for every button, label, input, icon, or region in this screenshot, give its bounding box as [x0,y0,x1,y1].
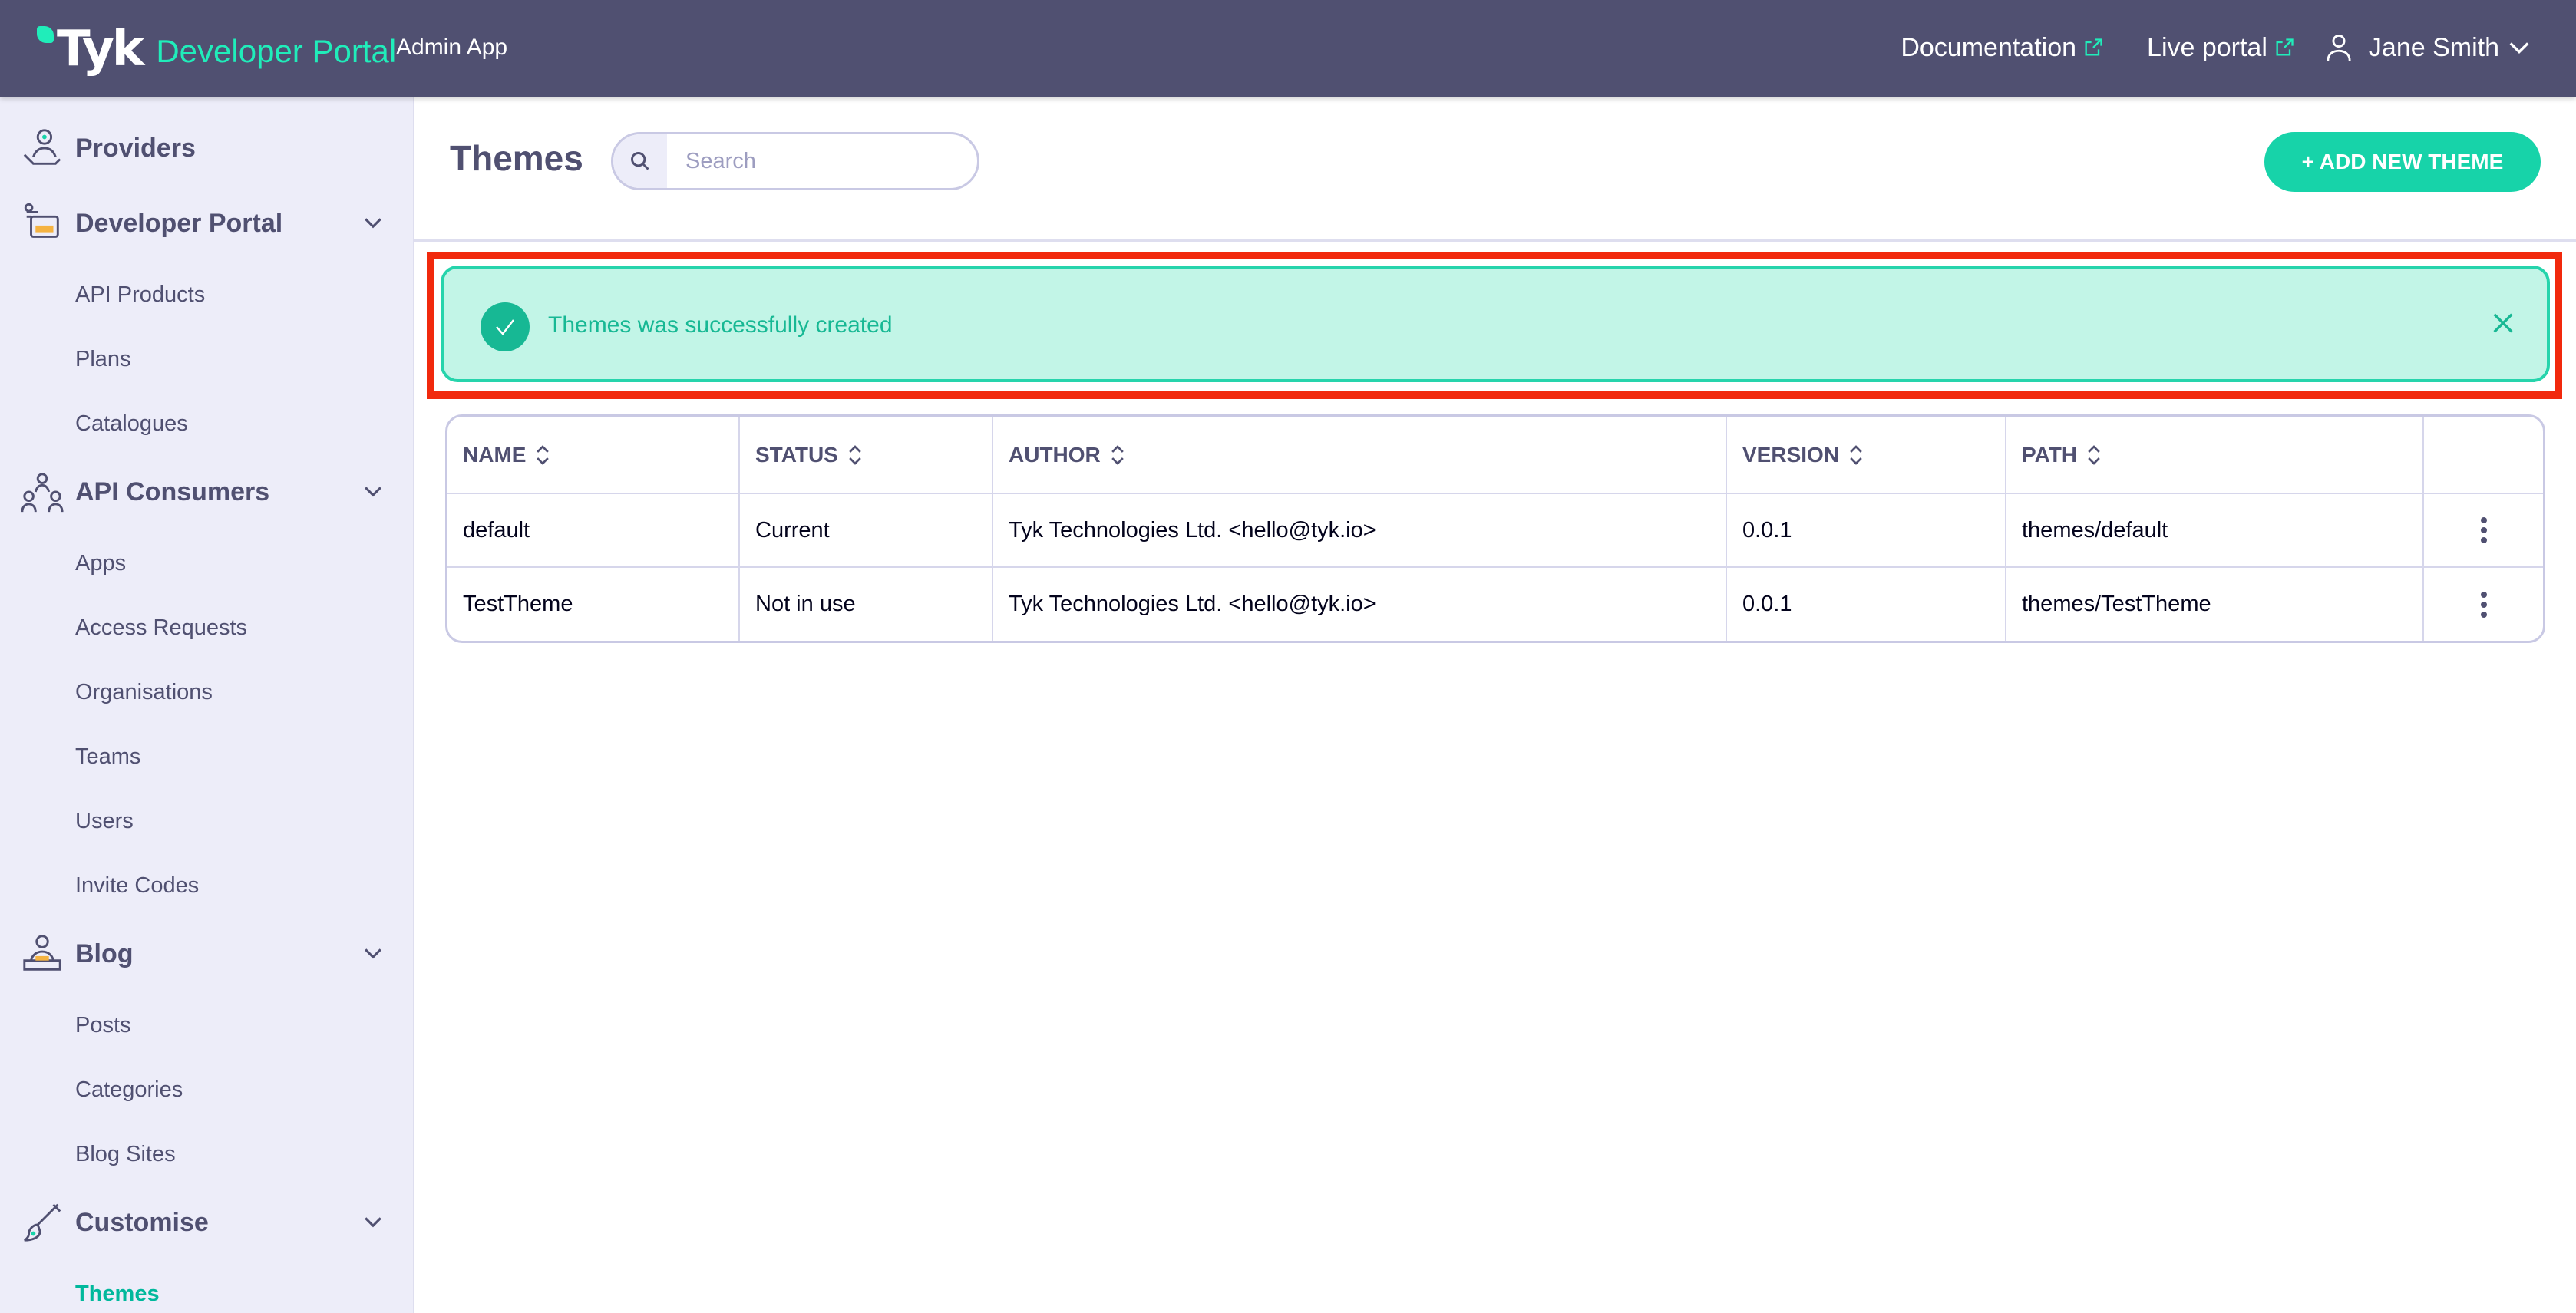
themes-table: NAME STATUS AUTHOR VERSION PATH default … [445,414,2545,643]
external-link-icon [2085,38,2102,56]
column-header-status[interactable]: STATUS [739,417,993,494]
sidebar-item-themes[interactable]: Themes [75,1278,160,1309]
chevron-down-icon [365,487,381,497]
sidebar-item-api-products[interactable]: API Products [75,279,205,310]
logo-text: Tyk [57,21,144,78]
cell-status: Not in use [739,567,993,641]
sidebar-section-customise[interactable]: Customise [0,1196,414,1249]
sidebar: Providers Developer Portal API Products … [0,97,414,1313]
sidebar-item-users[interactable]: Users [75,806,134,836]
sidebar-section-api-consumers[interactable]: API Consumers [0,465,414,519]
row-actions[interactable] [2423,493,2543,568]
tyk-logo[interactable]: Tyk Developer Portal [37,20,396,74]
sidebar-section-developer-portal[interactable]: Developer Portal [0,196,414,250]
column-header-actions [2423,417,2543,494]
more-vertical-icon[interactable] [2479,516,2488,544]
cell-path: themes/TestTheme [2006,567,2424,641]
table-row[interactable]: TestTheme Not in use Tyk Technologies Lt… [447,567,2543,641]
top-right-nav: Documentation Live portal Jane Smith [1858,23,2530,72]
blog-icon [23,935,61,971]
sidebar-item-apps[interactable]: Apps [75,548,126,579]
chevron-down-icon [365,1217,381,1228]
user-menu[interactable]: Jane Smith [2326,33,2530,63]
chevron-down-icon [365,218,381,229]
cell-author: Tyk Technologies Ltd. <hello@tyk.io> [992,567,1727,641]
user-icon [2327,35,2351,61]
sidebar-item-posts[interactable]: Posts [75,1010,131,1041]
sidebar-section-label: Providers [75,133,196,163]
api-consumers-icon [21,473,64,513]
external-link-icon [2276,38,2294,56]
column-header-version[interactable]: VERSION [1726,417,2006,494]
success-alert: Themes was successfully created [441,266,2550,382]
live-portal-label: Live portal [2147,32,2267,62]
search-icon-wrap [613,134,667,188]
sidebar-section-blog[interactable]: Blog [0,927,414,981]
sidebar-section-label: Blog [75,939,134,968]
live-portal-link[interactable]: Live portal [2147,33,2295,63]
row-actions[interactable] [2423,567,2543,641]
sort-icon [1111,444,1124,465]
developer-portal-icon [24,203,59,238]
chevron-down-icon [2509,42,2529,54]
cell-status: Current [739,493,993,568]
sidebar-item-categories[interactable]: Categories [75,1074,183,1105]
table-header-row: NAME STATUS AUTHOR VERSION PATH [447,417,2543,494]
cell-version: 0.0.1 [1726,567,2006,641]
sort-icon [1850,444,1862,465]
chevron-down-icon [365,948,381,959]
sidebar-section-label: Developer Portal [75,208,283,238]
column-header-author[interactable]: AUTHOR [992,417,1727,494]
app-name: Admin App [396,35,508,60]
column-header-name[interactable]: NAME [447,417,740,494]
sidebar-section-label: Customise [75,1207,209,1237]
product-name: Developer Portal [156,33,397,69]
column-header-label: STATUS [755,442,838,467]
search-input[interactable] [685,148,962,174]
sidebar-item-access-requests[interactable]: Access Requests [75,612,247,643]
table-row[interactable]: default Current Tyk Technologies Ltd. <h… [447,493,2543,568]
top-bar: Tyk Developer Portal Admin App Documenta… [0,0,2576,97]
sidebar-item-catalogues[interactable]: Catalogues [75,408,188,439]
sidebar-section-label: API Consumers [75,477,270,506]
page-title: Themes [450,138,583,178]
check-circle-icon [481,302,530,351]
cell-path: themes/default [2006,493,2424,568]
cell-name: TestTheme [447,567,740,641]
sidebar-item-plans[interactable]: Plans [75,344,131,374]
sort-icon [2088,444,2100,465]
cell-version: 0.0.1 [1726,493,2006,568]
search-icon [631,152,649,170]
sort-icon [849,444,861,465]
add-new-theme-button[interactable]: + ADD NEW THEME [2264,132,2541,192]
column-header-label: PATH [2022,442,2078,467]
sidebar-item-invite-codes[interactable]: Invite Codes [75,870,199,901]
sidebar-item-blog-sites[interactable]: Blog Sites [75,1139,176,1169]
documentation-label: Documentation [1901,32,2077,62]
sidebar-item-organisations[interactable]: Organisations [75,677,213,708]
sidebar-item-teams[interactable]: Teams [75,741,140,772]
column-header-label: NAME [463,442,527,467]
cell-name: default [447,493,740,568]
sidebar-section-providers[interactable]: Providers [0,121,414,175]
tyk-logo-mark [37,26,54,43]
documentation-link[interactable]: Documentation [1901,33,2104,63]
column-header-label: AUTHOR [1009,442,1101,467]
header-divider [414,239,2576,242]
alert-message: Themes was successfully created [548,312,893,338]
cell-author: Tyk Technologies Ltd. <hello@tyk.io> [992,493,1727,568]
search-box[interactable] [611,132,979,190]
customise-icon [24,1203,61,1242]
sort-icon [537,444,550,465]
user-name: Jane Smith [2368,32,2499,62]
column-header-label: VERSION [1742,442,1840,467]
column-header-path[interactable]: PATH [2006,417,2424,494]
more-vertical-icon[interactable] [2479,591,2488,619]
close-icon[interactable] [2490,310,2516,336]
providers-icon [23,129,61,165]
